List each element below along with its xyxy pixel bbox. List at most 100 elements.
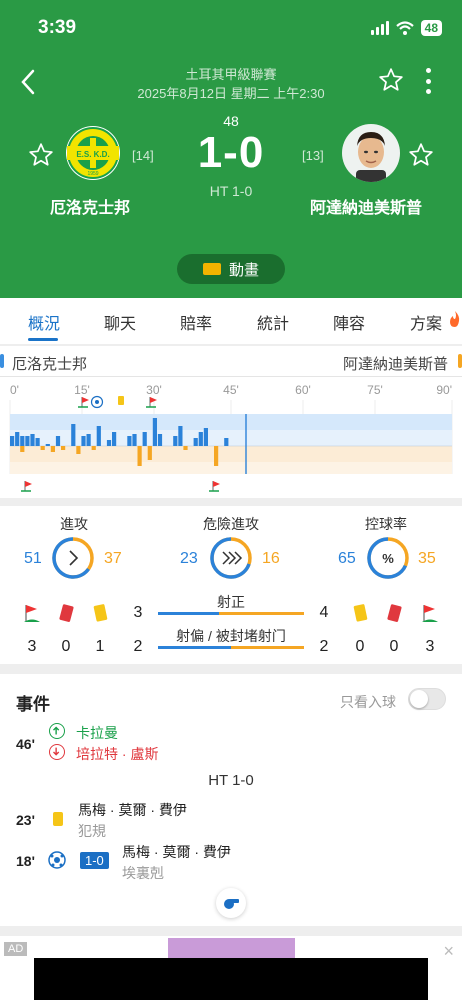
home-momentum-bar: [30, 434, 35, 446]
attack-gauge: [52, 537, 94, 579]
home-momentum-bar: [112, 432, 117, 446]
ht-divider: HT 1-0: [208, 772, 254, 789]
more-options-icon[interactable]: [420, 68, 436, 94]
status-icons: 48: [370, 20, 442, 36]
goal-assist[interactable]: 埃裏剋: [122, 863, 164, 883]
sub-in-player[interactable]: 卡拉曼: [76, 723, 118, 743]
events-panel: 事件 只看入球 46' 卡拉曼 培拉特 · 盧斯 HT 1-0 23' 馬梅 ·…: [0, 674, 462, 926]
home-corner-icon: [78, 397, 89, 408]
home-logo-text: E.S. K.D.: [76, 150, 109, 159]
whistle-icon: [224, 899, 239, 909]
tab-stats[interactable]: 統計: [257, 310, 289, 334]
favorite-star-icon[interactable]: [378, 67, 404, 93]
battery-icon: 48: [420, 20, 442, 36]
sub-minute: 46': [16, 736, 35, 752]
corner-flag-icon: [24, 605, 40, 622]
danger-home: 23: [180, 550, 198, 567]
possession-label: 控球率: [365, 516, 407, 532]
home-momentum-bar: [106, 440, 112, 446]
ad-banner[interactable]: AD ×: [0, 936, 462, 1000]
percent-icon: %: [382, 551, 394, 566]
shots-off-bar: [158, 646, 304, 649]
home-momentum-bar: [142, 432, 147, 446]
yellow-card-icon: [53, 812, 63, 826]
match-header: 3:39 48 土耳其甲級聯賽 2025年8月12日 星期二 上午2:30 48…: [0, 0, 462, 298]
shots-off-label: 射偏 / 被封堵射门: [176, 628, 286, 644]
away-corners: 3: [425, 638, 435, 655]
signal-icon: [370, 21, 389, 35]
card-player[interactable]: 馬梅 · 莫爾 · 費伊: [78, 800, 187, 820]
away-momentum-bar: [76, 446, 81, 454]
timeline-tick-label: 90': [436, 383, 452, 397]
tab-overview[interactable]: 概況: [28, 310, 60, 334]
home-momentum-bar: [96, 426, 101, 446]
home-momentum-bar: [178, 426, 183, 446]
goal-minute: 18': [16, 853, 35, 869]
away-corner-icon: [21, 481, 32, 492]
whistle-button[interactable]: [216, 888, 246, 918]
tab-lineup[interactable]: 陣容: [333, 310, 365, 334]
home-momentum-bar: [45, 444, 50, 446]
away-corner-flag-icon: [422, 605, 438, 622]
timeline-tick-label: 60': [295, 383, 311, 397]
possession-away: 35: [418, 550, 436, 567]
timeline-tick-label: 45': [223, 383, 239, 397]
possession-gauge: %: [367, 537, 409, 579]
away-momentum-bar: [20, 446, 25, 452]
attack-home: 51: [24, 550, 42, 567]
tab-bar: 概況 聊天 賠率 統計 陣容 方案: [0, 298, 462, 344]
goal-score-badge: 1-0: [80, 852, 109, 869]
goal-ball-icon: [48, 851, 66, 869]
card-minute: 23': [16, 812, 35, 828]
home-team-logo[interactable]: E.S. K.D. 1959: [64, 124, 122, 182]
home-rank: [14]: [132, 148, 154, 163]
yellow-card-marker: [118, 396, 124, 405]
ad-video[interactable]: [34, 958, 428, 1000]
timeline-away-name: 阿達納迪美斯普: [342, 356, 448, 373]
home-momentum-bar: [81, 436, 86, 446]
attack-away: 37: [104, 550, 122, 567]
home-momentum-bar: [224, 438, 229, 446]
home-yellow-cards: 1: [95, 638, 105, 655]
attack-label: 進攻: [60, 516, 88, 532]
goal-player[interactable]: 馬梅 · 莫爾 · 費伊: [122, 842, 231, 862]
away-favorite-star-icon[interactable]: [408, 142, 434, 168]
timeline-panel: 厄洛克士邦 阿達納迪美斯普 0' 15' 30' 45' 60' 75' 90': [0, 346, 462, 498]
ad-close-button[interactable]: ×: [443, 941, 454, 962]
away-red-card-icon: [387, 604, 402, 622]
card-reason: 犯規: [78, 823, 106, 839]
timeline-home-name: 厄洛克士邦: [12, 356, 88, 373]
momentum-chart: 0' 15' 30' 45' 60' 75' 90': [9, 383, 453, 492]
away-momentum-bar: [50, 446, 55, 452]
away-team-name[interactable]: 阿達納迪美斯普: [310, 194, 422, 218]
home-momentum-bar: [127, 436, 132, 446]
away-color-marker: [458, 354, 462, 368]
away-team-avatar[interactable]: [342, 124, 400, 182]
sub-out-player[interactable]: 培拉特 · 盧斯: [76, 744, 158, 764]
danger-attack-label: 危險進攻: [203, 516, 259, 532]
away-corner-icon-2: [209, 481, 220, 492]
events-title: 事件: [16, 695, 50, 714]
home-red-cards: 0: [61, 638, 71, 655]
ad-image[interactable]: [168, 938, 295, 960]
away-momentum-bar: [91, 446, 96, 450]
tab-tips[interactable]: 方案: [410, 310, 442, 334]
home-shots-off: 2: [133, 638, 143, 655]
home-momentum-bar: [71, 424, 76, 446]
fire-icon: [450, 311, 460, 327]
active-tab-indicator: [28, 338, 58, 341]
goals-only-toggle[interactable]: [408, 688, 446, 710]
tab-chat[interactable]: 聊天: [104, 310, 136, 334]
animation-label: 動畫: [228, 261, 259, 279]
tab-odds[interactable]: 賠率: [180, 310, 212, 334]
timeline-tick-label: 15': [74, 383, 90, 397]
animation-button[interactable]: 動畫: [177, 254, 285, 284]
away-momentum-bar: [183, 446, 188, 450]
home-favorite-star-icon[interactable]: [28, 142, 54, 168]
sub-in-icon: [49, 723, 65, 739]
away-shots-off: 2: [319, 638, 329, 655]
away-momentum-bar: [40, 446, 45, 450]
home-team-name[interactable]: 厄洛克士邦: [50, 194, 130, 218]
pitch-icon: [202, 263, 221, 275]
yellow-card-icon: [93, 604, 108, 622]
